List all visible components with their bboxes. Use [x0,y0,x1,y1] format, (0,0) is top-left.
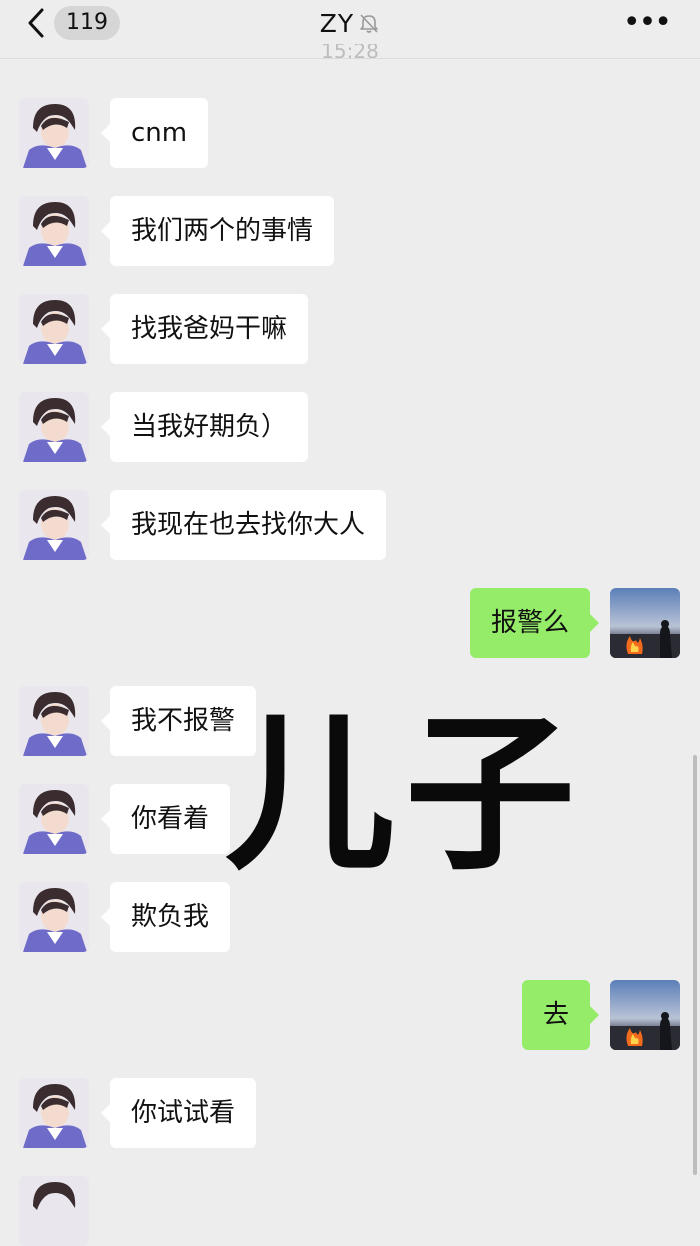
contact-avatar[interactable] [19,98,89,168]
message-incoming: 找我爸妈干嘛 [0,294,700,364]
message-bubble[interactable]: 我不报警 [100,686,257,756]
more-dots-icon: ••• [622,5,672,40]
bell-slash-icon [360,14,379,33]
message-bubble[interactable]: 我现在也去找你大人 [100,490,387,560]
message-bubble[interactable]: 去 [521,980,600,1050]
more-button[interactable]: ••• [623,8,672,38]
chat-title: ZY [319,8,355,38]
chat-header: 119 ZY ••• 15:28 [0,0,700,59]
contact-avatar[interactable] [19,1078,89,1148]
message-incoming: 你试试看 [0,1078,700,1148]
contact-avatar[interactable] [19,784,89,854]
message-incoming: 我现在也去找你大人 [0,490,700,560]
message-bubble[interactable]: 报警么 [469,588,600,658]
contact-avatar[interactable] [19,294,89,364]
message-incoming: 我们两个的事情 [0,196,700,266]
self-avatar[interactable] [610,980,680,1050]
message-incoming: 欺负我 [0,882,700,952]
message-incoming: 我不报警 [0,686,700,756]
scrollbar[interactable] [693,755,697,1175]
message-incoming: 当我好期负） [0,392,700,462]
contact-avatar[interactable] [19,490,89,560]
message-incoming: cnm [0,98,700,168]
message-incoming-partial [0,1176,700,1246]
self-avatar[interactable] [610,588,680,658]
contact-avatar[interactable] [19,196,89,266]
contact-avatar[interactable] [19,882,89,952]
message-bubble[interactable]: 你看着 [100,784,231,854]
message-bubble[interactable]: 我们两个的事情 [100,196,335,266]
contact-avatar[interactable] [19,392,89,462]
message-outgoing: 去 [0,980,700,1050]
message-bubble[interactable]: cnm [100,98,209,168]
message-timestamp: 15:28 [321,44,379,58]
contact-avatar[interactable] [19,1176,89,1246]
message-bubble[interactable]: 你试试看 [100,1078,257,1148]
contact-avatar[interactable] [19,686,89,756]
message-bubble[interactable]: 当我好期负） [100,392,309,462]
message-incoming: 你看着 [0,784,700,854]
message-bubble[interactable]: 找我爸妈干嘛 [100,294,309,364]
message-outgoing: 报警么 [0,588,700,658]
message-bubble[interactable]: 欺负我 [100,882,231,952]
